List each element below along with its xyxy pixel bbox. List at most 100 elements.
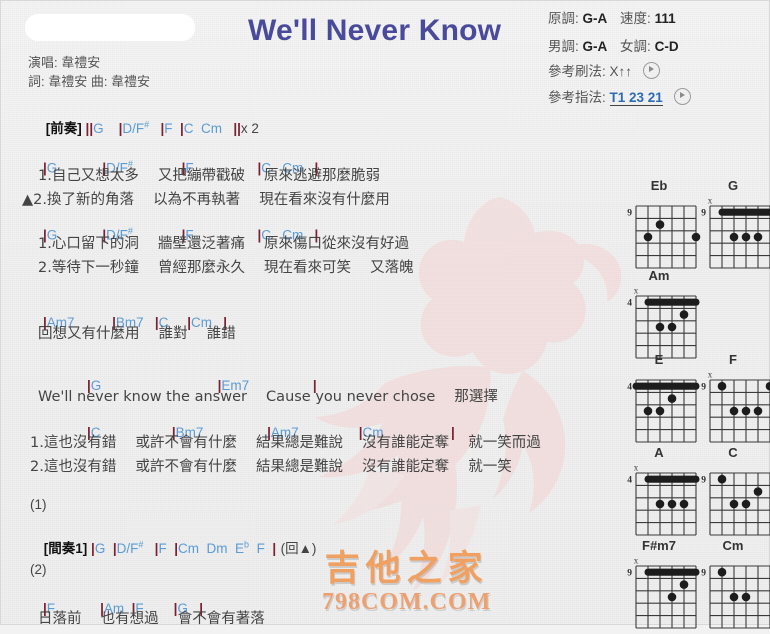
finger-dot <box>718 382 727 391</box>
chord-G: G <box>95 541 106 556</box>
fretboard-grid: 4 <box>622 370 704 448</box>
chord-diagram-name: F#m7 <box>622 538 696 553</box>
chord-diagram-name: Eb <box>622 178 696 193</box>
chord-diagram-C: C9 <box>696 445 770 541</box>
barre-marker <box>645 299 700 306</box>
chord-Cm: Cm <box>178 541 199 556</box>
mute-marker: x <box>708 196 713 206</box>
barre-marker <box>645 569 700 576</box>
mute-marker: x <box>634 463 639 473</box>
mute-marker: x <box>634 556 639 566</box>
chord-diagram-Cm: Cm9 <box>696 538 770 634</box>
chord-diagram-Am: Amx4 <box>622 268 696 364</box>
fretboard-grid: x4 <box>622 463 704 541</box>
finger-dot <box>656 323 665 332</box>
finger-dot <box>668 394 677 403</box>
fretboard-grid: x9 <box>696 196 770 274</box>
finger-dot <box>668 323 677 332</box>
finger-dot <box>680 500 689 509</box>
base-fret-number: 9 <box>701 382 706 392</box>
finger-dot <box>680 310 689 319</box>
base-fret-number: 9 <box>701 208 706 218</box>
repeat-marker: (回▲) <box>281 541 317 556</box>
barre-marker <box>633 383 700 390</box>
finger-dot <box>766 382 770 391</box>
barline: | <box>272 541 276 556</box>
lyric-line: 回想又有什麼用 誰對 誰錯 <box>38 322 236 343</box>
finger-dot <box>742 500 751 509</box>
interlude-line: [間奏1] |G |D/F# |F |Cm Dm Eb F | (回▲) <box>26 519 316 576</box>
finger-dot <box>680 580 689 589</box>
chord-F: F <box>164 121 172 136</box>
lyric-line: We'll never know the answer Cause you ne… <box>38 385 498 406</box>
finger-dot <box>730 593 739 602</box>
fretboard-grid: x9 <box>622 556 704 634</box>
base-fret-number: 9 <box>701 568 706 578</box>
chord-DF: D/F <box>117 541 139 556</box>
finger-dot <box>668 500 677 509</box>
finger-dot <box>730 407 739 416</box>
barline: || <box>86 121 94 136</box>
sharp-sign: # <box>144 120 149 130</box>
chord-sheet: [前奏] ||G |D/F# |F |C Cm ||x 2 |G |D/F# |… <box>0 0 600 625</box>
finger-dot <box>718 475 727 484</box>
chord-diagram-A: Ax4 <box>622 445 696 541</box>
intro-tag: [前奏] <box>46 121 82 136</box>
base-fret-number: 9 <box>701 475 706 485</box>
finger-dot <box>730 500 739 509</box>
chord-diagram-name: F <box>696 352 770 367</box>
ending-1-number: (1) <box>30 497 47 512</box>
finger-dot <box>656 220 665 229</box>
chord-G: G <box>93 121 104 136</box>
finger-dot <box>644 233 653 242</box>
ending-2-number: (2) <box>30 562 47 577</box>
fretboard-grid: x9 <box>696 370 770 448</box>
finger-dot <box>754 407 763 416</box>
chord-Cm: Cm <box>201 121 222 136</box>
chord-F: F <box>257 541 265 556</box>
chord-diagram-E: E4 <box>622 352 696 448</box>
finger-dot <box>754 487 763 496</box>
barline: || <box>233 121 241 136</box>
chord-Eb: E <box>235 541 244 556</box>
chord-diagram-name: E <box>622 352 696 367</box>
finger-dot <box>656 407 665 416</box>
chord-diagram-Eb: Eb 9 <box>622 178 696 274</box>
finger-dot <box>742 593 751 602</box>
lyric-line: ▲2.換了新的角落 以為不再執著 現在看來沒有什麼用 <box>22 188 390 209</box>
barre-marker <box>719 209 770 216</box>
base-fret-number: 4 <box>627 382 632 392</box>
mute-marker: x <box>634 286 639 296</box>
finger-dot <box>730 233 739 242</box>
finger-dot <box>668 593 677 602</box>
interlude-tag: [間奏1] <box>44 541 88 556</box>
chord-diagram-name: G <box>696 178 770 193</box>
fretboard-grid: 9 <box>696 556 770 634</box>
lyric-line: 2.這也沒有錯 或許不會有什麼 結果總是難說 沒有誰能定奪 就一笑 <box>30 455 512 476</box>
finger-dot <box>644 407 653 416</box>
lyric-line: 2.等待下一秒鐘 曾經那麼永久 現在看來可笑 又落魄 <box>38 256 414 277</box>
chord-diagram-name: C <box>696 445 770 460</box>
chord-diagram-panel: Eb9Gx9Amx4E4Fx9Ax4C9F#m7x9Cm9 <box>600 0 770 625</box>
chord-DF: D/F <box>122 121 144 136</box>
base-fret-number: 9 <box>627 568 632 578</box>
fretboard-grid: 9 <box>622 196 704 274</box>
lyric-line: 1.自己又想太多 又把繃帶戳破 原來逃避那麼脆弱 <box>38 164 380 185</box>
finger-dot <box>656 500 665 509</box>
barre-marker <box>645 476 700 483</box>
chord-diagram-F: Fx9 <box>696 352 770 448</box>
chord-diagram-name: A <box>622 445 696 460</box>
finger-dot <box>754 233 763 242</box>
lyric-line: 1.這也沒有錯 或許不會有什麼 結果總是難說 沒有誰能定奪 就一笑而過 <box>30 431 541 452</box>
chord-F: F <box>158 541 166 556</box>
chord-C: C <box>184 121 194 136</box>
finger-dot <box>718 568 727 577</box>
base-fret-number: 4 <box>627 475 632 485</box>
chord-diagram-Fsharpm7: F#m7 x9 <box>622 538 696 634</box>
finger-dot <box>742 233 751 242</box>
repeat-count: x 2 <box>241 121 259 136</box>
sharp-sign: # <box>138 540 143 550</box>
fretboard-grid: 9 <box>696 463 770 541</box>
chord-diagram-name: Am <box>622 268 696 283</box>
base-fret-number: 9 <box>627 208 632 218</box>
